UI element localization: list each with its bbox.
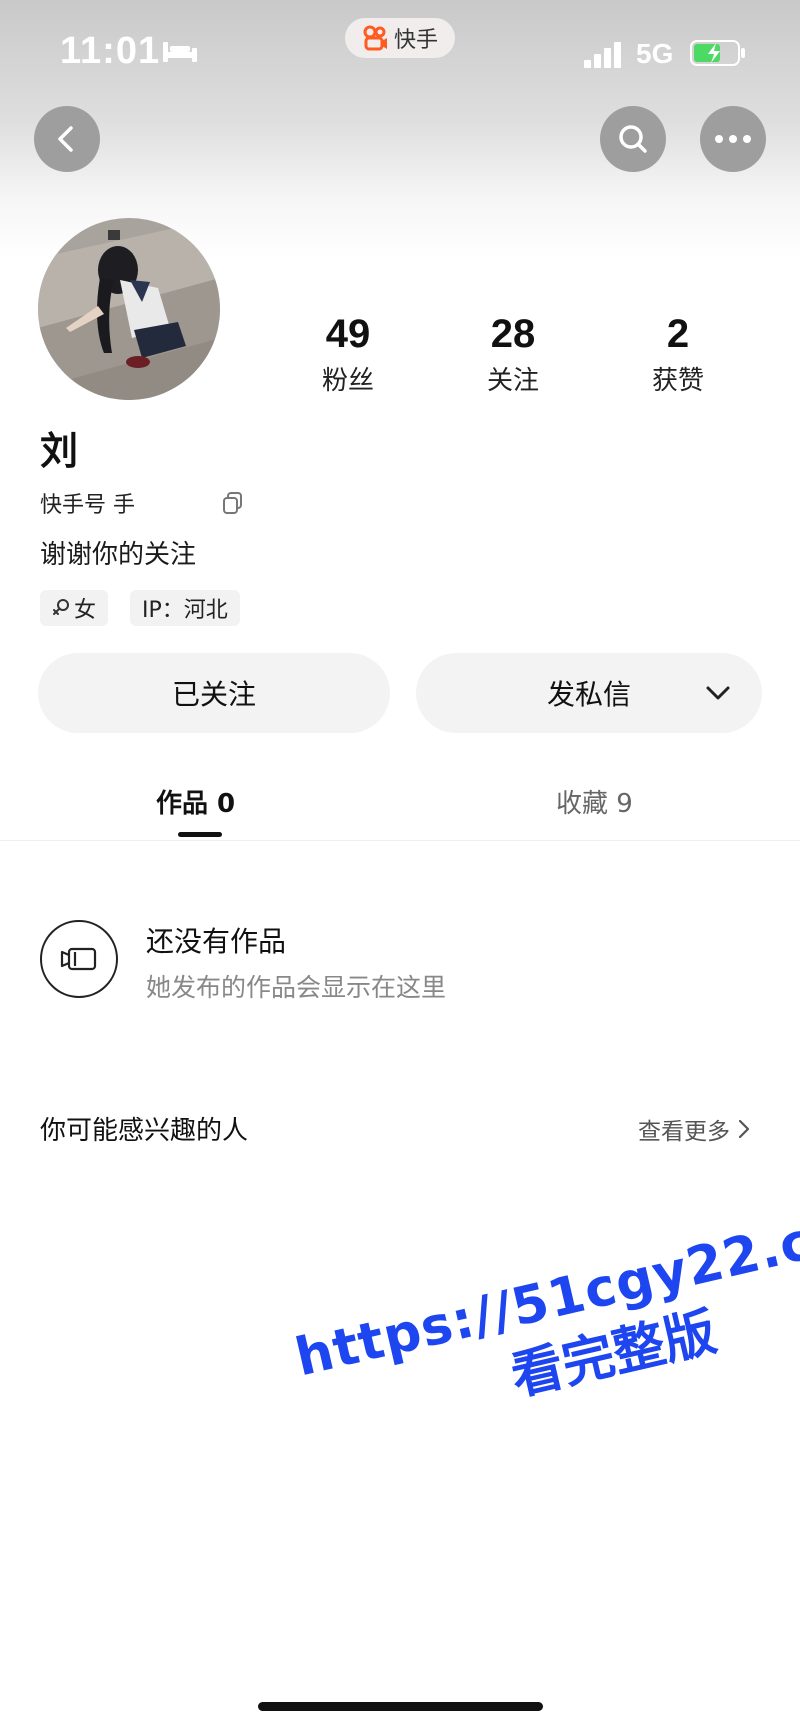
bed-icon bbox=[163, 42, 197, 62]
gender-tag: 女 bbox=[40, 590, 109, 626]
more-button[interactable] bbox=[700, 106, 766, 172]
avatar-photo bbox=[38, 218, 220, 400]
stat-following-label: 关注 bbox=[486, 366, 539, 396]
app-pill-label: 快手 bbox=[393, 28, 438, 53]
signal-icon bbox=[584, 42, 621, 68]
send-message-button[interactable]: 发私信 bbox=[416, 653, 762, 733]
stat-following[interactable]: 28 关注 bbox=[443, 312, 583, 397]
battery-charging-icon bbox=[690, 40, 745, 66]
kuaishou-logo-icon bbox=[363, 25, 387, 51]
network-label: 5G bbox=[636, 38, 674, 69]
stat-likes-label: 获赞 bbox=[651, 366, 704, 396]
tab-favorites[interactable]: 收藏 9 bbox=[556, 783, 633, 820]
female-symbol-icon bbox=[53, 599, 69, 615]
suggestions-title: 你可能感兴趣的人 bbox=[40, 1116, 249, 1146]
empty-works-subtitle: 她发布的作品会显示在这里 bbox=[146, 973, 447, 1002]
profile-name: 刘 bbox=[40, 429, 79, 473]
stat-fans[interactable]: 49 粉丝 bbox=[278, 312, 418, 397]
followed-button-label: 已关注 bbox=[171, 678, 256, 711]
chevron-right-icon bbox=[738, 1119, 750, 1139]
send-message-label: 发私信 bbox=[546, 678, 631, 711]
kuaishou-app-pill[interactable]: 快手 bbox=[345, 18, 455, 58]
ip-tag: IP：河北 bbox=[130, 590, 240, 626]
avatar[interactable] bbox=[38, 218, 220, 400]
video-camera-icon bbox=[60, 947, 97, 971]
profile-id-row: 快手号 手 bbox=[40, 487, 243, 519]
more-dots-icon bbox=[715, 135, 751, 143]
back-button[interactable] bbox=[34, 106, 100, 172]
home-indicator[interactable] bbox=[258, 1702, 543, 1711]
stat-likes[interactable]: 2 获赞 bbox=[608, 312, 748, 397]
watermark-overlay: https://51cgy22.com 看完整版 bbox=[290, 1191, 800, 1456]
copy-icon[interactable] bbox=[223, 492, 243, 514]
stat-fans-value: 49 bbox=[325, 312, 371, 356]
gender-tag-label: 女 bbox=[74, 598, 97, 623]
profile-id-text: 快手号 手 bbox=[40, 493, 135, 518]
tab-works[interactable]: 作品 0 bbox=[156, 783, 235, 820]
empty-works-icon-circle bbox=[40, 920, 118, 998]
search-button[interactable] bbox=[600, 106, 666, 172]
followed-button[interactable]: 已关注 bbox=[38, 653, 390, 733]
tabs-divider bbox=[0, 840, 800, 841]
status-time: 11:01 bbox=[60, 30, 161, 72]
empty-works-title: 还没有作品 bbox=[146, 925, 287, 958]
profile-bio: 谢谢你的关注 bbox=[40, 540, 197, 570]
back-arrow-icon bbox=[58, 126, 73, 152]
chevron-down-icon[interactable] bbox=[704, 679, 732, 707]
stat-fans-label: 粉丝 bbox=[321, 366, 374, 396]
search-icon bbox=[619, 125, 647, 153]
see-more-label: 查看更多 bbox=[638, 1119, 730, 1145]
ip-tag-label: IP：河北 bbox=[142, 598, 228, 623]
active-tab-indicator bbox=[178, 832, 222, 837]
see-more-link[interactable]: 查看更多 bbox=[638, 1112, 750, 1146]
stat-likes-value: 2 bbox=[666, 312, 690, 356]
stat-following-value: 28 bbox=[490, 312, 536, 356]
